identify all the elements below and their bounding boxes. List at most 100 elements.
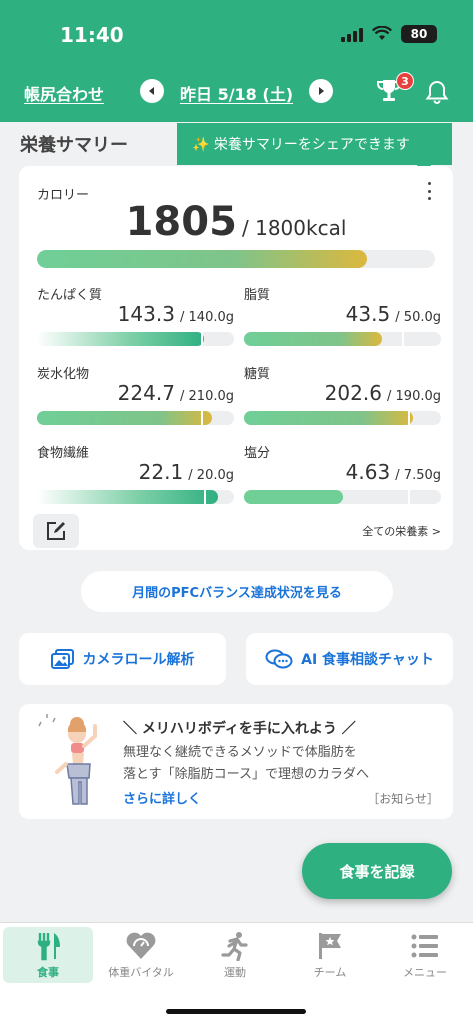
trophy-badge: 3 bbox=[396, 72, 414, 90]
next-day-button[interactable] bbox=[309, 79, 333, 103]
app-header: 11:40 80 帳尻合わせ 昨日 5/18 (土) 3 bbox=[0, 0, 473, 122]
share-tooltip[interactable]: ✨ 栄養サマリーをシェアできます bbox=[177, 123, 452, 174]
home-indicator bbox=[166, 1009, 306, 1014]
nutrient-progress-bar bbox=[37, 490, 234, 504]
tab-label: 体重バイタル bbox=[108, 966, 174, 979]
nutrient-item: 塩分 4.63 / 7.50g bbox=[244, 442, 441, 512]
reconcile-link[interactable]: 帳尻合わせ bbox=[24, 81, 104, 105]
nutrient-progress-fill bbox=[37, 332, 205, 346]
nutrient-intake: 143.3 bbox=[117, 302, 175, 326]
chat-bubbles-icon bbox=[265, 649, 293, 669]
promo-banner[interactable]: ＼ メリハリボディを手に入れよう ／ 無理なく継続できるメソッドで体脂肪を 落と… bbox=[19, 704, 453, 819]
nutrient-target: / 20.0g bbox=[188, 468, 234, 483]
tab-meal[interactable]: 食事 bbox=[3, 927, 93, 983]
caret-right-icon bbox=[319, 87, 324, 95]
nutrient-target: / 190.0g bbox=[387, 389, 441, 404]
all-nutrients-link[interactable]: 全ての栄養素 > bbox=[362, 523, 441, 539]
nutrient-value: 22.1 / 20.0g bbox=[139, 460, 234, 484]
tab-menu[interactable]: メニュー bbox=[380, 927, 470, 983]
nutrient-target-marker bbox=[407, 490, 410, 504]
calorie-intake: 1805 bbox=[125, 199, 237, 245]
cellular-signal-icon bbox=[341, 27, 363, 42]
runner-icon bbox=[221, 932, 248, 961]
nutrient-progress-bar bbox=[37, 332, 234, 346]
nutrient-target-marker bbox=[401, 332, 404, 346]
nutrient-label: 糖質 bbox=[244, 367, 271, 382]
nutrient-intake: 43.5 bbox=[345, 302, 391, 326]
nutrient-progress-fill bbox=[37, 411, 213, 425]
nutrient-progress-fill bbox=[244, 411, 414, 425]
nutrient-intake: 22.1 bbox=[138, 460, 184, 484]
nutrient-label: 食物繊維 bbox=[37, 446, 90, 461]
tab-label: 運動 bbox=[224, 966, 246, 979]
fitness-woman-illustration bbox=[38, 714, 97, 805]
calorie-progress-fill bbox=[37, 250, 368, 268]
prev-day-button[interactable] bbox=[140, 79, 164, 103]
nutrient-value: 43.5 / 50.0g bbox=[346, 302, 441, 326]
ai-chat-label: AI 食事相談チャット bbox=[301, 652, 434, 668]
nutrient-value: 224.7 / 210.0g bbox=[118, 381, 234, 405]
calorie-progress-bar bbox=[37, 250, 435, 268]
nutrient-item: たんぱく質 143.3 / 140.0g bbox=[37, 284, 234, 354]
edit-button[interactable] bbox=[33, 514, 79, 548]
status-time: 11:40 bbox=[60, 23, 124, 47]
nutrient-target: / 210.0g bbox=[180, 389, 234, 404]
menu-list-icon bbox=[411, 934, 438, 958]
nutrient-progress-bar bbox=[244, 411, 441, 425]
camera-roll-label: カメラロール解析 bbox=[82, 652, 195, 668]
nutrient-item: 糖質 202.6 / 190.0g bbox=[244, 363, 441, 433]
calorie-value: 1805 / 1800kcal bbox=[19, 199, 453, 245]
nutrition-summary-card: カロリー 1805 / 1800kcal たんぱく質 143.3 / 140.0g… bbox=[19, 166, 453, 550]
nutrient-progress-bar bbox=[244, 332, 441, 346]
nutrient-target-marker bbox=[200, 332, 203, 346]
caret-left-icon bbox=[149, 87, 154, 95]
ai-chat-button[interactable]: AI 食事相談チャット bbox=[246, 633, 453, 685]
banner-line-2: 落とす「除脂肪コース」で理想のカラダへ bbox=[123, 767, 369, 782]
heart-scale-icon bbox=[126, 932, 156, 959]
nutrient-target: / 7.50g bbox=[395, 468, 441, 483]
tab-exercise[interactable]: 運動 bbox=[190, 927, 280, 983]
nutrient-label: 脂質 bbox=[244, 288, 271, 303]
nutrient-progress-fill bbox=[37, 490, 219, 504]
nutrient-target: / 50.0g bbox=[395, 310, 441, 325]
bell-icon[interactable] bbox=[425, 79, 449, 105]
tab-label: チーム bbox=[313, 966, 347, 979]
nutrient-label: 塩分 bbox=[244, 446, 271, 461]
banner-body: 無理なく継続できるメソッドで体脂肪を 落とす「除脂肪コース」で理想のカラダへ bbox=[123, 742, 369, 786]
nutrient-item: 食物繊維 22.1 / 20.0g bbox=[37, 442, 234, 512]
battery-indicator: 80 bbox=[401, 25, 437, 43]
date-nav: 帳尻合わせ 昨日 5/18 (土) 3 bbox=[0, 72, 473, 106]
current-date[interactable]: 昨日 5/18 (土) bbox=[180, 81, 293, 105]
nutrient-target-marker bbox=[204, 490, 207, 504]
nutrient-value: 143.3 / 140.0g bbox=[118, 302, 234, 326]
record-meal-button[interactable]: 食事を記録 bbox=[302, 843, 452, 899]
camera-roll-button[interactable]: カメラロール解析 bbox=[19, 633, 226, 685]
nutrient-target: / 140.0g bbox=[180, 310, 234, 325]
banner-tag: ［お知らせ］ bbox=[367, 792, 439, 806]
status-icons: 80 bbox=[341, 25, 437, 43]
summary-title: 栄養サマリー bbox=[20, 135, 128, 156]
nutrient-intake: 4.63 bbox=[345, 460, 391, 484]
tab-label: メニュー bbox=[403, 966, 447, 979]
bottom-tab-bar: 食事 体重バイタル 運動 チーム メニュー bbox=[0, 922, 473, 1024]
nutrient-intake: 224.7 bbox=[117, 381, 175, 405]
nutrient-progress-fill bbox=[244, 332, 382, 346]
banner-more-link[interactable]: さらに詳しく bbox=[123, 788, 201, 807]
photo-gallery-icon bbox=[50, 649, 74, 669]
nutrient-label: 炭水化物 bbox=[37, 367, 90, 382]
nutrient-target-marker bbox=[407, 411, 410, 425]
nutrient-label: たんぱく質 bbox=[37, 288, 103, 303]
nutrient-progress-fill bbox=[244, 490, 343, 504]
nutrient-value: 202.6 / 190.0g bbox=[325, 381, 441, 405]
nutrient-item: 脂質 43.5 / 50.0g bbox=[244, 284, 441, 354]
tab-team[interactable]: チーム bbox=[285, 927, 375, 983]
banner-title: ＼ メリハリボディを手に入れよう ／ bbox=[123, 721, 356, 737]
pfc-balance-button[interactable]: 月間のPFCバランス達成状況を見る bbox=[81, 571, 393, 612]
tab-weight-vitals[interactable]: 体重バイタル bbox=[96, 927, 186, 983]
banner-line-1: 無理なく継続できるメソッドで体脂肪を bbox=[123, 745, 357, 760]
nutrient-item: 炭水化物 224.7 / 210.0g bbox=[37, 363, 234, 433]
calorie-target: / 1800kcal bbox=[242, 216, 347, 240]
flag-star-icon bbox=[319, 933, 341, 959]
nutrient-progress-bar bbox=[244, 490, 441, 504]
wifi-icon bbox=[372, 26, 392, 40]
